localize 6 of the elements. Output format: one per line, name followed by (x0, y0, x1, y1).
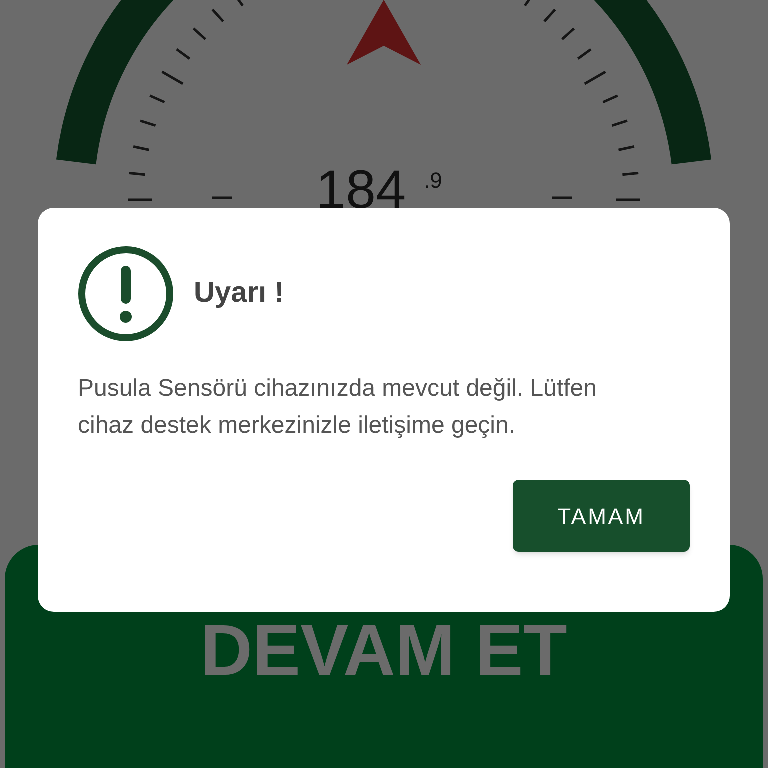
ok-button[interactable]: TAMAM (513, 480, 690, 552)
dialog-message: Pusula Sensörü cihazınızda mevcut değil. Lütfen cihaz destek merkezinizle iletişime geçin. (78, 374, 598, 441)
dialog-title: Uyarı ! (194, 276, 284, 312)
warning-icon (78, 246, 174, 342)
heading-decimal: .9 (424, 168, 442, 193)
heading-value: 184 (316, 160, 406, 220)
